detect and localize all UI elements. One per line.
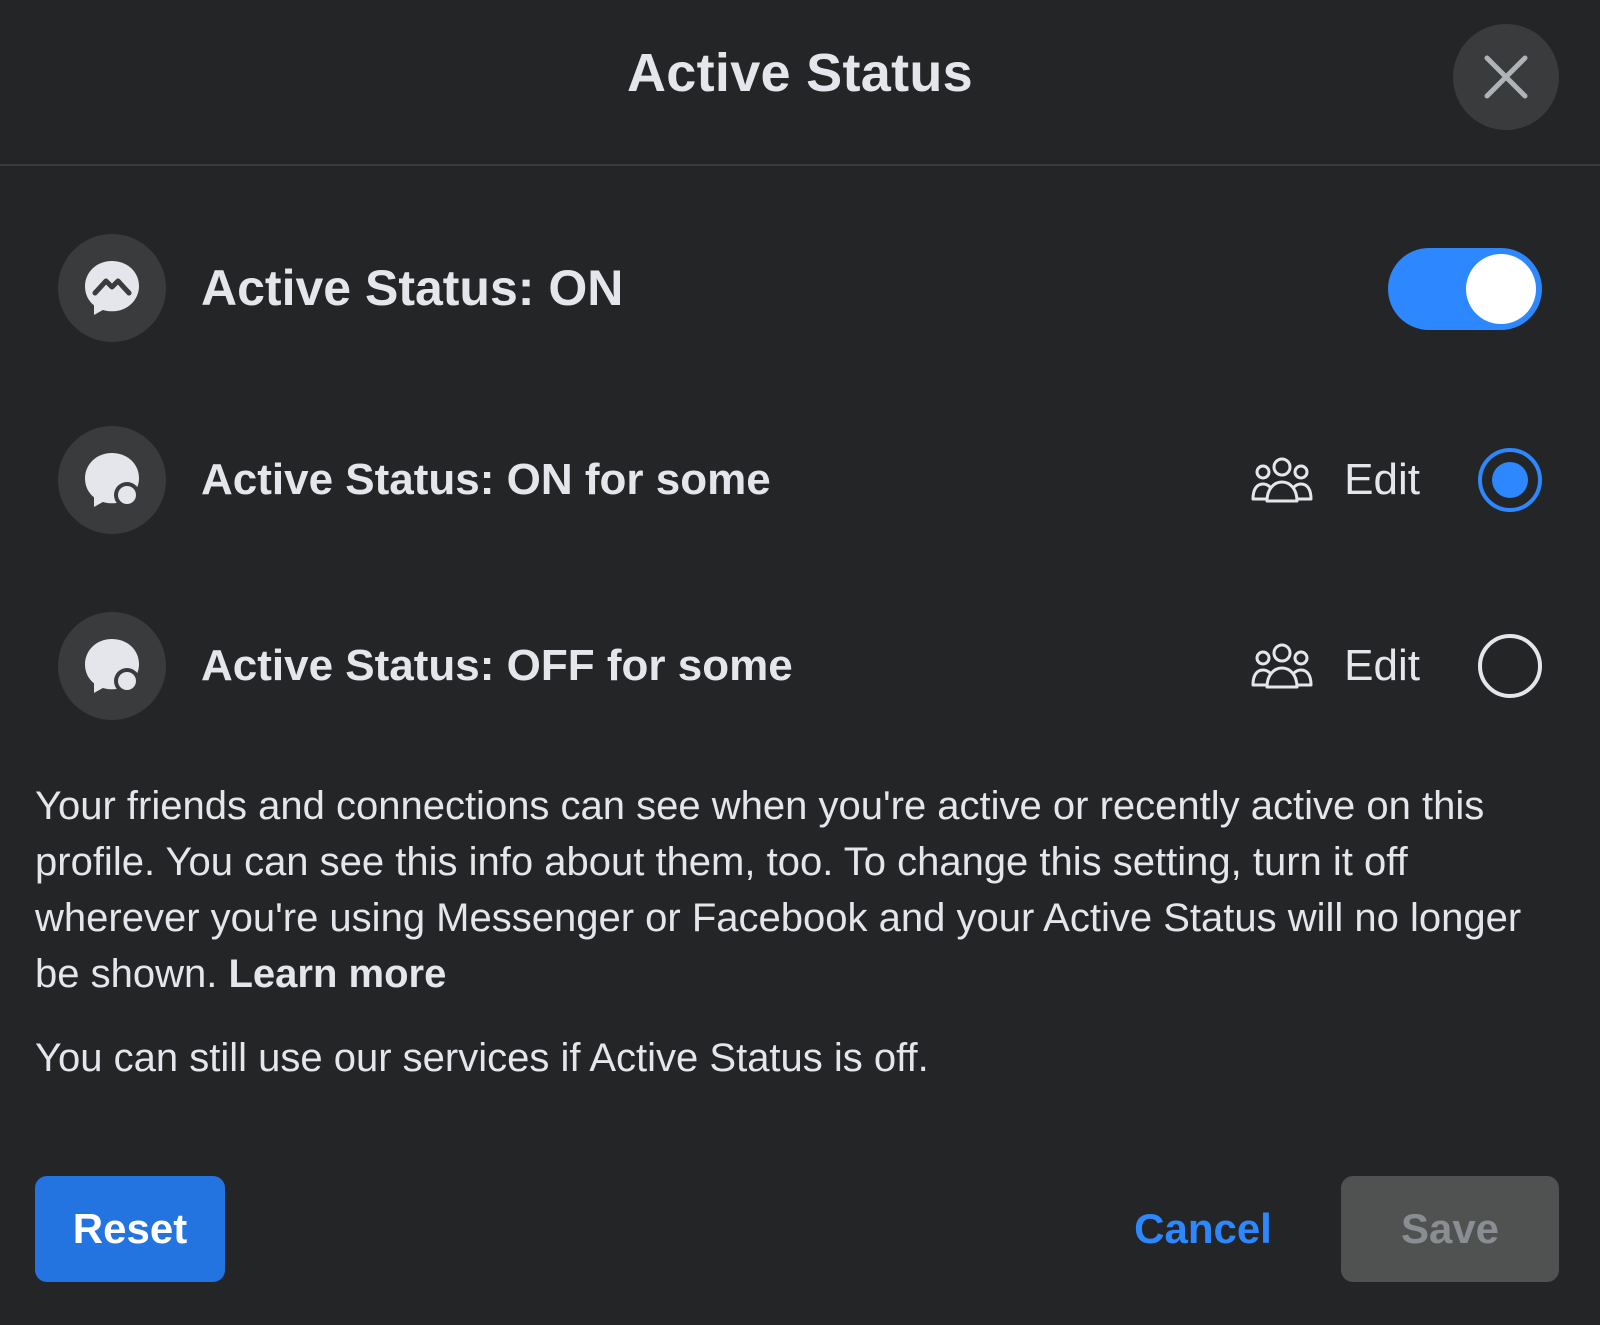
close-icon [1484,55,1528,99]
note-text: You can still use our services if Active… [35,1036,929,1080]
edit-link[interactable]: Edit [1344,641,1420,691]
dialog-header: Active Status [0,0,1600,166]
partial-status-icon-wrapper [58,612,166,720]
option-label: Active Status: ON for some [201,455,771,504]
edit-link[interactable]: Edit [1344,455,1420,505]
messenger-icon-wrapper [58,234,166,342]
partial-status-icon-wrapper [58,426,166,534]
active-status-dialog: Active Status Active Status: ON Active S… [0,0,1600,1325]
partial-status-icon [85,639,140,694]
dialog-title: Active Status [626,43,973,103]
option-active-status-on: Active Status: ON [58,234,1542,342]
radio-off-for-some[interactable] [1478,634,1542,698]
people-icon [1251,457,1313,503]
toggle-knob [1466,254,1536,324]
people-icon [1251,643,1313,689]
active-status-toggle[interactable] [1388,248,1542,330]
option-off-for-some[interactable]: Active Status: OFF for some Edit [58,612,1542,720]
option-label: Active Status: OFF for some [201,641,793,690]
reset-button[interactable]: Reset [35,1176,225,1282]
close-button[interactable] [1453,24,1559,130]
cancel-button[interactable]: Cancel [1118,1176,1288,1282]
radio-on-for-some[interactable] [1478,448,1542,512]
option-label: Active Status: ON [201,260,624,316]
learn-more-link[interactable]: Learn more [228,952,446,996]
messenger-icon [85,261,139,315]
option-on-for-some[interactable]: Active Status: ON for some Edit [58,426,1542,534]
description-text: Your friends and connections can see whe… [35,778,1555,1002]
partial-status-icon [85,453,140,508]
save-button[interactable]: Save [1341,1176,1559,1282]
